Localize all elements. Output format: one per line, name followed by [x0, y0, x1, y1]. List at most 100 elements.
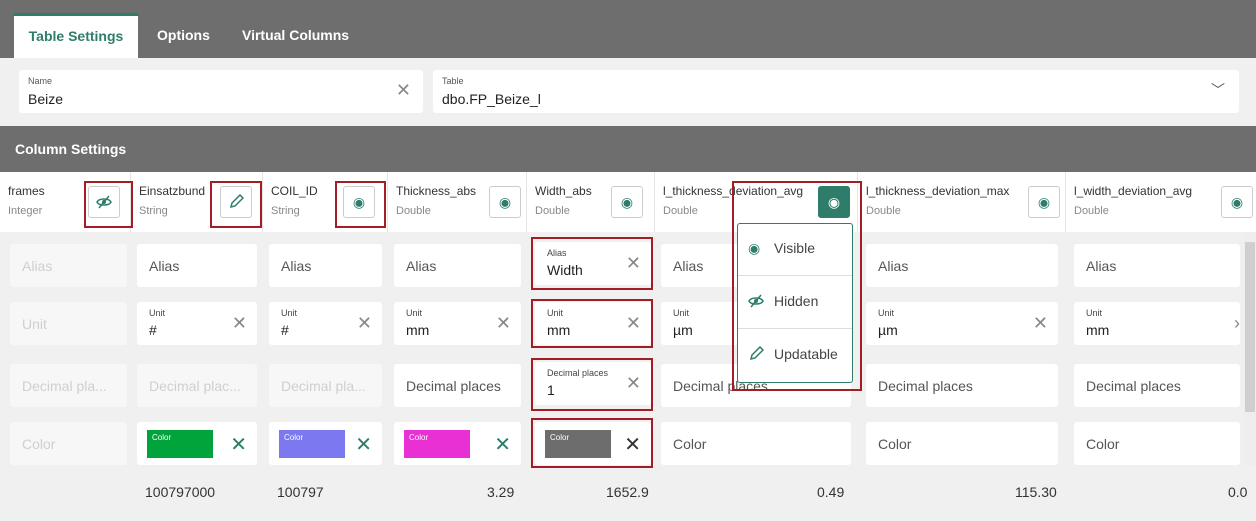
column-settings-grid: Alias Alias Alias Alias Alias Width ✕ Al…: [0, 232, 1256, 466]
tab-options[interactable]: Options: [157, 13, 210, 58]
unit-value: µm: [673, 322, 693, 338]
name-field[interactable]: Name Beize ✕: [19, 70, 423, 113]
total-width-abs: 1652.9: [606, 484, 649, 500]
alias-placeholder: Alias: [281, 258, 312, 274]
unit-placeholder: Unit: [22, 316, 47, 332]
alias-placeholder: Alias: [22, 258, 53, 274]
eye-icon[interactable]: ◉: [818, 186, 850, 218]
decimal-field[interactable]: Decimal places 1 ✕: [535, 362, 651, 405]
alias-field[interactable]: Alias: [866, 244, 1058, 287]
unit-field[interactable]: Unit mm ›: [1074, 302, 1240, 345]
eye-icon[interactable]: ◉: [1221, 186, 1253, 218]
total-coil-id: 100797: [277, 484, 324, 500]
eye-icon[interactable]: ◉: [1028, 186, 1060, 218]
clear-unit-icon[interactable]: ✕: [1033, 313, 1048, 334]
decimal-field: Decimal plac...: [137, 364, 257, 407]
alias-placeholder: Alias: [149, 258, 180, 274]
unit-field[interactable]: Unit mm ✕: [535, 302, 651, 345]
unit-field[interactable]: Unit # ✕: [269, 302, 382, 345]
alias-field[interactable]: Alias: [1074, 244, 1240, 287]
column-type: String: [139, 205, 168, 217]
total-thickness-dev-max: 115.30: [1015, 484, 1057, 500]
vertical-scrollbar[interactable]: [1244, 232, 1256, 466]
scrollbar-thumb[interactable]: [1245, 242, 1255, 412]
clear-color-icon[interactable]: ✕: [494, 432, 511, 457]
color-field[interactable]: Color ✕: [535, 422, 651, 465]
column-name: Einsatzbund: [139, 184, 206, 198]
color-field[interactable]: Color ✕: [394, 422, 521, 465]
clear-alias-icon[interactable]: ✕: [626, 253, 641, 274]
total-thickness-abs: 3.29: [487, 484, 515, 500]
pencil-icon[interactable]: [220, 186, 252, 218]
color-field[interactable]: Color: [866, 422, 1058, 465]
decimal-placeholder: Decimal plac...: [149, 378, 241, 394]
clear-color-icon[interactable]: ✕: [230, 432, 247, 457]
eye-hidden-icon[interactable]: [88, 186, 120, 218]
chevron-down-icon[interactable]: ﹀: [1211, 80, 1225, 100]
alias-value: Width: [547, 262, 583, 278]
clear-name-icon[interactable]: ✕: [396, 80, 411, 101]
color-swatch-label: Color: [152, 433, 172, 442]
color-swatch-label: Color: [284, 433, 304, 442]
menu-item-label: Hidden: [774, 293, 819, 309]
column-header-thickness-dev-max: l_thickness_deviation_max Double ◉: [858, 172, 1066, 232]
clear-color-icon[interactable]: ✕: [355, 432, 372, 457]
name-label: Name: [28, 76, 53, 86]
unit-value: µm: [878, 322, 898, 338]
menu-item-visible[interactable]: ◉ Visible: [738, 224, 852, 276]
color-field[interactable]: Color: [1074, 422, 1240, 465]
decimal-placeholder: Decimal pla...: [281, 378, 366, 394]
eye-icon[interactable]: ◉: [489, 186, 521, 218]
tab-table-settings[interactable]: Table Settings: [14, 13, 138, 58]
table-form: Name Beize ✕ Table dbo.FP_Beize_l ﹀: [0, 58, 1256, 126]
clear-unit-icon[interactable]: ✕: [232, 313, 247, 334]
column-type: String: [271, 205, 300, 217]
alias-label: Alias: [547, 248, 567, 258]
unit-label: Unit: [1086, 308, 1103, 318]
alias-field[interactable]: Alias: [394, 244, 521, 287]
eye-icon[interactable]: ◉: [343, 186, 375, 218]
clear-unit-icon[interactable]: ✕: [626, 313, 641, 334]
clear-unit-icon[interactable]: ✕: [357, 313, 372, 334]
color-field[interactable]: Color ✕: [269, 422, 382, 465]
color-swatch[interactable]: Color: [404, 430, 470, 458]
color-swatch[interactable]: Color: [279, 430, 345, 458]
unit-label: Unit: [149, 308, 166, 318]
column-header-width-abs: Width_abs Double ◉: [527, 172, 655, 232]
decimal-field[interactable]: Decimal places: [394, 364, 521, 407]
alias-field-width[interactable]: Alias Width ✕: [535, 242, 651, 285]
clear-decimal-icon[interactable]: ✕: [626, 373, 641, 394]
clear-unit-icon[interactable]: ✕: [496, 313, 511, 334]
menu-item-updatable[interactable]: Updatable: [738, 330, 852, 382]
color-field[interactable]: Color: [661, 422, 851, 465]
decimal-label: Decimal places: [547, 368, 609, 378]
alias-field[interactable]: Alias: [137, 244, 257, 287]
color-swatch[interactable]: Color: [147, 430, 213, 458]
decimal-field[interactable]: Decimal places: [1074, 364, 1240, 407]
color-field[interactable]: Color ✕: [137, 422, 257, 465]
chevron-right-icon[interactable]: ›: [1234, 313, 1240, 334]
menu-item-label: Visible: [774, 240, 815, 256]
alias-placeholder: Alias: [1086, 258, 1117, 274]
alias-placeholder: Alias: [878, 258, 909, 274]
unit-value: #: [149, 322, 157, 338]
decimal-field[interactable]: Decimal places: [866, 364, 1058, 407]
unit-field[interactable]: Unit mm ✕: [394, 302, 521, 345]
column-name: frames: [8, 184, 45, 198]
menu-item-hidden[interactable]: Hidden: [738, 277, 852, 329]
color-swatch[interactable]: Color: [545, 430, 611, 458]
color-placeholder: Color: [878, 436, 912, 452]
clear-color-icon[interactable]: ✕: [624, 432, 641, 457]
column-header-einsatzbund: Einsatzbund String: [131, 172, 263, 232]
eye-hidden-icon: [748, 293, 764, 312]
unit-label: Unit: [281, 308, 298, 318]
unit-field: Unit: [10, 302, 127, 345]
table-select[interactable]: Table dbo.FP_Beize_l ﹀: [433, 70, 1239, 113]
eye-icon[interactable]: ◉: [611, 186, 643, 218]
unit-field[interactable]: Unit # ✕: [137, 302, 257, 345]
alias-field[interactable]: Alias: [269, 244, 382, 287]
column-header-thickness-abs: Thickness_abs Double ◉: [388, 172, 527, 232]
tab-virtual-columns[interactable]: Virtual Columns: [242, 13, 349, 58]
unit-field[interactable]: Unit µm ✕: [866, 302, 1058, 345]
column-type: Double: [396, 205, 431, 217]
